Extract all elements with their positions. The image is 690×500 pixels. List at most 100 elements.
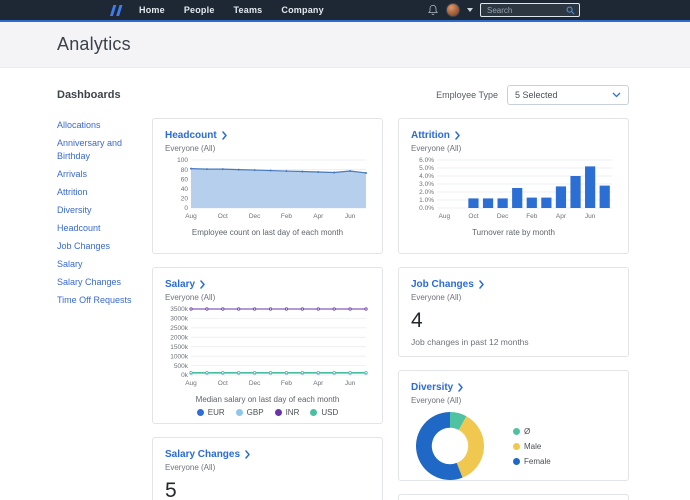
sidebar-item-job-changes[interactable]: Job Changes bbox=[57, 241, 110, 251]
legend-item-ø: Ø bbox=[513, 427, 551, 436]
svg-text:3000k: 3000k bbox=[170, 316, 188, 323]
job-changes-caption: Job changes in past 12 months bbox=[411, 337, 616, 347]
legend-item-usd: USD bbox=[310, 408, 338, 417]
search-icon bbox=[566, 6, 575, 15]
chevron-right-icon bbox=[200, 280, 205, 289]
svg-text:20: 20 bbox=[181, 196, 189, 203]
salary-chart: 0k500k1000k1500k2000k2500k3000k3500kAugO… bbox=[165, 305, 370, 394]
svg-text:1.0%: 1.0% bbox=[419, 197, 434, 204]
svg-text:Oct: Oct bbox=[218, 380, 228, 387]
nav-item-home[interactable]: Home bbox=[139, 5, 165, 15]
svg-text:Dec: Dec bbox=[249, 213, 261, 220]
sidebar-item-salary[interactable]: Salary bbox=[57, 259, 83, 269]
svg-text:Aug: Aug bbox=[185, 380, 197, 387]
page-header: Analytics bbox=[0, 22, 690, 68]
legend-item-male: Male bbox=[513, 442, 551, 451]
svg-text:2500k: 2500k bbox=[170, 325, 188, 332]
attrition-card-title-link[interactable]: Attrition bbox=[411, 130, 616, 141]
chevron-down-icon bbox=[612, 92, 621, 98]
svg-text:Feb: Feb bbox=[526, 213, 538, 220]
salary-card: Salary Everyone (All) 0k500k1000k1500k20… bbox=[152, 267, 383, 424]
salary-chart-caption: Median salary on last day of each month bbox=[165, 395, 370, 404]
headcount-card: Headcount Everyone (All) 020406080100Aug… bbox=[152, 118, 383, 254]
nav-item-company[interactable]: Company bbox=[281, 5, 323, 15]
svg-text:2000k: 2000k bbox=[170, 334, 188, 341]
sidebar-item-arrivals[interactable]: Arrivals bbox=[57, 169, 87, 179]
salary-changes-card-subtitle: Everyone (All) bbox=[165, 463, 370, 472]
namely-logo-icon[interactable] bbox=[108, 4, 125, 17]
svg-text:6.0%: 6.0% bbox=[419, 157, 434, 164]
chevron-right-icon bbox=[222, 131, 227, 140]
legend-item-gbp: GBP bbox=[236, 408, 264, 417]
page-title: Analytics bbox=[57, 34, 131, 55]
salary-changes-card-title-link[interactable]: Salary Changes bbox=[165, 449, 370, 460]
avatar-caret-down-icon[interactable] bbox=[467, 8, 473, 12]
attrition-chart-caption: Turnover rate by month bbox=[411, 228, 616, 237]
svg-text:3.0%: 3.0% bbox=[419, 181, 434, 188]
diversity-card-subtitle: Everyone (All) bbox=[411, 396, 616, 405]
legend-item-inr: INR bbox=[275, 408, 300, 417]
svg-text:2.0%: 2.0% bbox=[419, 189, 434, 196]
chevron-right-icon bbox=[245, 450, 250, 459]
job-changes-card-title-link[interactable]: Job Changes bbox=[411, 279, 616, 290]
svg-text:Apr: Apr bbox=[313, 380, 324, 387]
salary-card-subtitle: Everyone (All) bbox=[165, 293, 370, 302]
svg-text:Jun: Jun bbox=[345, 213, 356, 220]
sidebar-item-headcount[interactable]: Headcount bbox=[57, 223, 101, 233]
attrition-chart: 0.0%1.0%2.0%3.0%4.0%5.0%6.0%AugOctDecFeb… bbox=[411, 156, 616, 227]
job-changes-value: 4 bbox=[411, 309, 616, 333]
nav-item-people[interactable]: People bbox=[184, 5, 215, 15]
sidebar-item-time-off-requests[interactable]: Time Off Requests bbox=[57, 295, 132, 305]
employee-type-value: 5 Selected bbox=[515, 90, 558, 100]
headcount-card-subtitle: Everyone (All) bbox=[165, 144, 370, 153]
diversity-chart-legend: ØMaleFemale bbox=[513, 427, 551, 466]
svg-text:1500k: 1500k bbox=[170, 344, 188, 351]
svg-text:Apr: Apr bbox=[556, 213, 567, 220]
svg-text:80: 80 bbox=[181, 167, 189, 174]
partial-card bbox=[398, 494, 629, 500]
svg-text:Oct: Oct bbox=[468, 213, 478, 220]
notifications-bell-icon[interactable] bbox=[427, 4, 439, 16]
svg-text:Dec: Dec bbox=[249, 380, 261, 387]
headcount-chart-caption: Employee count on last day of each month bbox=[165, 228, 370, 237]
legend-item-eur: EUR bbox=[197, 408, 225, 417]
chevron-right-icon bbox=[479, 280, 484, 289]
job-changes-card: Job Changes Everyone (All) 4 Job changes… bbox=[398, 267, 629, 357]
salary-card-title-link[interactable]: Salary bbox=[165, 279, 370, 290]
svg-text:500k: 500k bbox=[174, 363, 189, 370]
diversity-card-title-link[interactable]: Diversity bbox=[411, 382, 616, 393]
svg-text:Oct: Oct bbox=[218, 213, 228, 220]
svg-text:Jun: Jun bbox=[345, 380, 356, 387]
global-search[interactable] bbox=[480, 3, 580, 17]
diversity-card: Diversity Everyone (All) ØMaleFemale bbox=[398, 370, 629, 481]
svg-text:Apr: Apr bbox=[313, 213, 324, 220]
svg-text:0k: 0k bbox=[181, 372, 189, 379]
nav-item-teams[interactable]: Teams bbox=[234, 5, 263, 15]
svg-text:0.0%: 0.0% bbox=[419, 205, 434, 212]
sidebar-item-allocations[interactable]: Allocations bbox=[57, 120, 101, 130]
diversity-donut-chart bbox=[415, 411, 485, 481]
employee-type-label: Employee Type bbox=[436, 90, 498, 100]
svg-text:Feb: Feb bbox=[281, 380, 293, 387]
chevron-right-icon bbox=[458, 383, 463, 392]
search-input[interactable] bbox=[485, 5, 566, 16]
headcount-card-title-link[interactable]: Headcount bbox=[165, 130, 370, 141]
attrition-card-subtitle: Everyone (All) bbox=[411, 144, 616, 153]
sidebar-item-salary-changes[interactable]: Salary Changes bbox=[57, 277, 121, 287]
job-changes-card-subtitle: Everyone (All) bbox=[411, 293, 616, 302]
employee-type-select[interactable]: 5 Selected bbox=[507, 85, 629, 105]
top-navbar: Home People Teams Company bbox=[0, 0, 690, 20]
sidebar-item-diversity[interactable]: Diversity bbox=[57, 205, 92, 215]
salary-changes-value: 5 bbox=[165, 479, 370, 500]
headcount-chart: 020406080100AugOctDecFebAprJun bbox=[165, 156, 370, 227]
salary-changes-card: Salary Changes Everyone (All) 5 bbox=[152, 437, 383, 500]
sidebar-item-anniversary-and-birthday[interactable]: Anniversary and Birthday bbox=[57, 138, 122, 161]
sidebar-item-attrition[interactable]: Attrition bbox=[57, 187, 88, 197]
salary-chart-legend: EUR GBP INR USD bbox=[165, 408, 370, 417]
user-avatar[interactable] bbox=[446, 3, 460, 17]
svg-text:Dec: Dec bbox=[497, 213, 509, 220]
svg-text:40: 40 bbox=[181, 186, 189, 193]
svg-text:4.0%: 4.0% bbox=[419, 173, 434, 180]
svg-text:Jun: Jun bbox=[585, 213, 596, 220]
svg-text:Feb: Feb bbox=[281, 213, 293, 220]
